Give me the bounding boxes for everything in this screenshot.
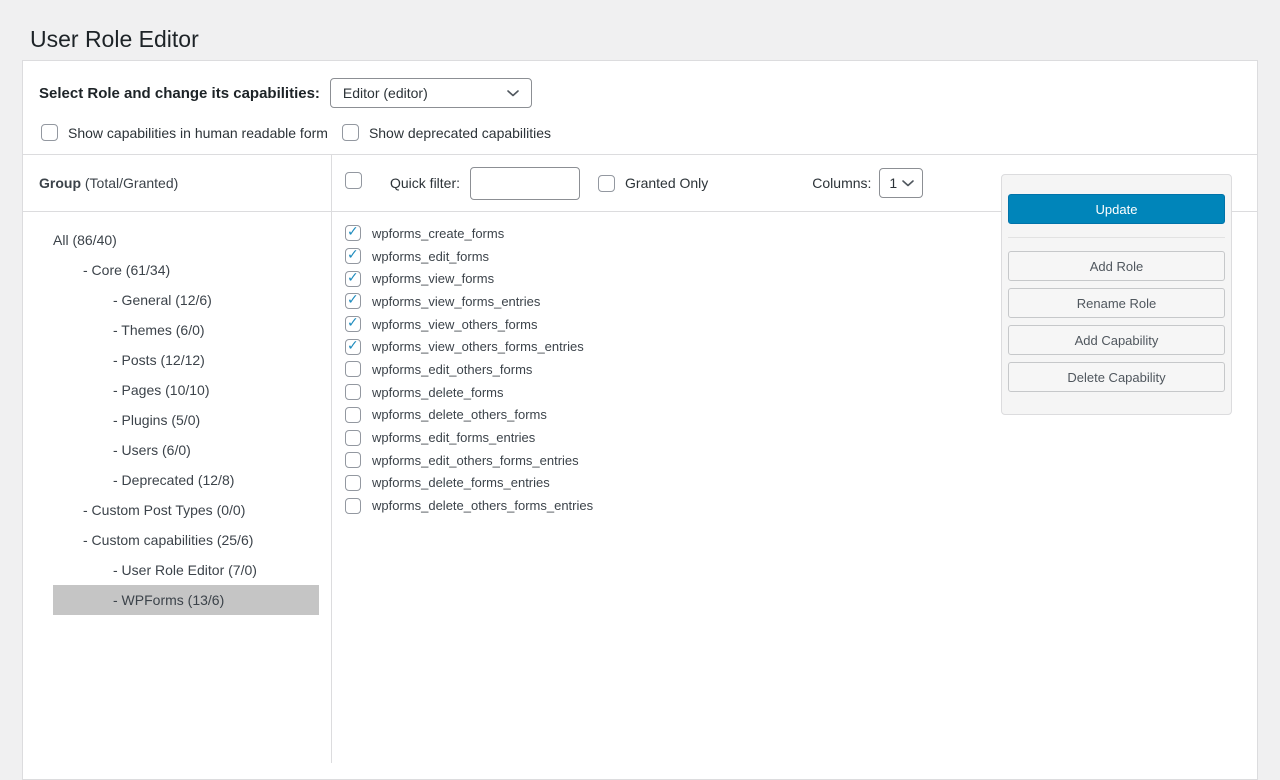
add-capability-button[interactable]: Add Capability <box>1008 325 1225 355</box>
group-tree-item[interactable]: All (86/40) <box>53 225 319 255</box>
capability-label: wpforms_delete_forms_entries <box>372 475 550 490</box>
option-label: Show deprecated capabilities <box>369 125 551 141</box>
actions-panel: Update Add Role Rename Role Add Capabili… <box>1001 174 1232 415</box>
capability-checkbox[interactable] <box>345 316 361 332</box>
group-tree-item[interactable]: - Plugins (5/0) <box>53 405 319 435</box>
granted-only-checkbox[interactable] <box>598 175 615 192</box>
group-tree-item[interactable]: - Core (61/34) <box>53 255 319 285</box>
columns-label: Columns: <box>812 175 871 191</box>
capabilities-column: Quick filter: Granted Only Columns: 1 wp… <box>332 155 1257 763</box>
group-tree-item[interactable]: - Custom Post Types (0/0) <box>53 495 319 525</box>
role-selector-row: Select Role and change its capabilities:… <box>23 61 1257 108</box>
chevron-down-icon <box>900 175 916 191</box>
capability-label: wpforms_view_others_forms <box>372 317 537 332</box>
capability-checkbox[interactable] <box>345 430 361 446</box>
capability-label: wpforms_delete_others_forms_entries <box>372 498 593 513</box>
capability-checkbox[interactable] <box>345 452 361 468</box>
role-select-value: Editor (editor) <box>343 85 428 101</box>
groups-header: Group (Total/Granted) <box>23 155 331 212</box>
chevron-down-icon <box>505 85 521 101</box>
capability-label: wpforms_view_forms <box>372 271 494 286</box>
select-all-checkbox[interactable] <box>345 172 362 189</box>
capability-row: wpforms_edit_forms_entries <box>345 426 1257 449</box>
main-area: Group (Total/Granted) All (86/40) - Core… <box>23 154 1257 763</box>
group-tree-item[interactable]: - Pages (10/10) <box>53 375 319 405</box>
capability-checkbox[interactable] <box>345 248 361 264</box>
group-tree-item[interactable]: - WPForms (13/6) <box>53 585 319 615</box>
capability-row: wpforms_delete_others_forms_entries <box>345 494 1257 517</box>
user-role-editor-panel: Select Role and change its capabilities:… <box>22 60 1258 780</box>
capability-row: wpforms_delete_forms_entries <box>345 472 1257 495</box>
capability-label: wpforms_edit_forms_entries <box>372 430 535 445</box>
capability-label: wpforms_edit_others_forms <box>372 362 532 377</box>
group-tree-item[interactable]: - Posts (12/12) <box>53 345 319 375</box>
capability-label: wpforms_view_forms_entries <box>372 294 540 309</box>
display-options-row: Show capabilities in human readable form… <box>23 108 1257 154</box>
capability-checkbox[interactable] <box>345 339 361 355</box>
capability-label: wpforms_delete_forms <box>372 385 504 400</box>
quick-filter-label: Quick filter: <box>390 175 460 191</box>
group-tree-item[interactable]: - Deprecated (12/8) <box>53 465 319 495</box>
role-select[interactable]: Editor (editor) <box>330 78 532 108</box>
add-role-button[interactable]: Add Role <box>1008 251 1225 281</box>
page-title: User Role Editor <box>30 26 199 53</box>
delete-capability-button[interactable]: Delete Capability <box>1008 362 1225 392</box>
columns-select[interactable]: 1 <box>879 168 923 198</box>
quick-filter-input[interactable] <box>470 167 580 200</box>
option-label: Show capabilities in human readable form <box>68 125 328 141</box>
capability-checkbox[interactable] <box>345 225 361 241</box>
display-option: Show deprecated capabilities <box>342 124 551 141</box>
capability-checkbox[interactable] <box>345 384 361 400</box>
capability-label: wpforms_edit_others_forms_entries <box>372 453 579 468</box>
update-button[interactable]: Update <box>1008 194 1225 224</box>
group-tree-item[interactable]: - Custom capabilities (25/6) <box>53 525 319 555</box>
capability-checkbox[interactable] <box>345 475 361 491</box>
groups-tree: All (86/40) - Core (61/34) - General (12… <box>23 212 331 615</box>
groups-header-subtitle: (Total/Granted) <box>81 175 178 191</box>
group-tree-item[interactable]: - Themes (6/0) <box>53 315 319 345</box>
group-tree-item[interactable]: - General (12/6) <box>53 285 319 315</box>
granted-only-label: Granted Only <box>625 175 708 191</box>
groups-header-title: Group <box>39 175 81 191</box>
option-checkbox[interactable] <box>41 124 58 141</box>
option-checkbox[interactable] <box>342 124 359 141</box>
groups-column: Group (Total/Granted) All (86/40) - Core… <box>23 155 332 763</box>
capability-label: wpforms_delete_others_forms <box>372 407 547 422</box>
capability-row: wpforms_edit_others_forms_entries <box>345 449 1257 472</box>
capability-checkbox[interactable] <box>345 407 361 423</box>
capability-checkbox[interactable] <box>345 293 361 309</box>
capability-checkbox[interactable] <box>345 271 361 287</box>
capability-label: wpforms_edit_forms <box>372 249 489 264</box>
display-option: Show capabilities in human readable form <box>41 124 328 141</box>
capability-checkbox[interactable] <box>345 498 361 514</box>
columns-select-value: 1 <box>889 175 897 191</box>
group-tree-item[interactable]: - User Role Editor (7/0) <box>53 555 319 585</box>
actions-divider <box>1008 237 1225 238</box>
capability-label: wpforms_view_others_forms_entries <box>372 339 584 354</box>
role-selector-label: Select Role and change its capabilities: <box>39 85 320 102</box>
capability-label: wpforms_create_forms <box>372 226 504 241</box>
group-tree-item[interactable]: - Users (6/0) <box>53 435 319 465</box>
rename-role-button[interactable]: Rename Role <box>1008 288 1225 318</box>
capability-checkbox[interactable] <box>345 361 361 377</box>
